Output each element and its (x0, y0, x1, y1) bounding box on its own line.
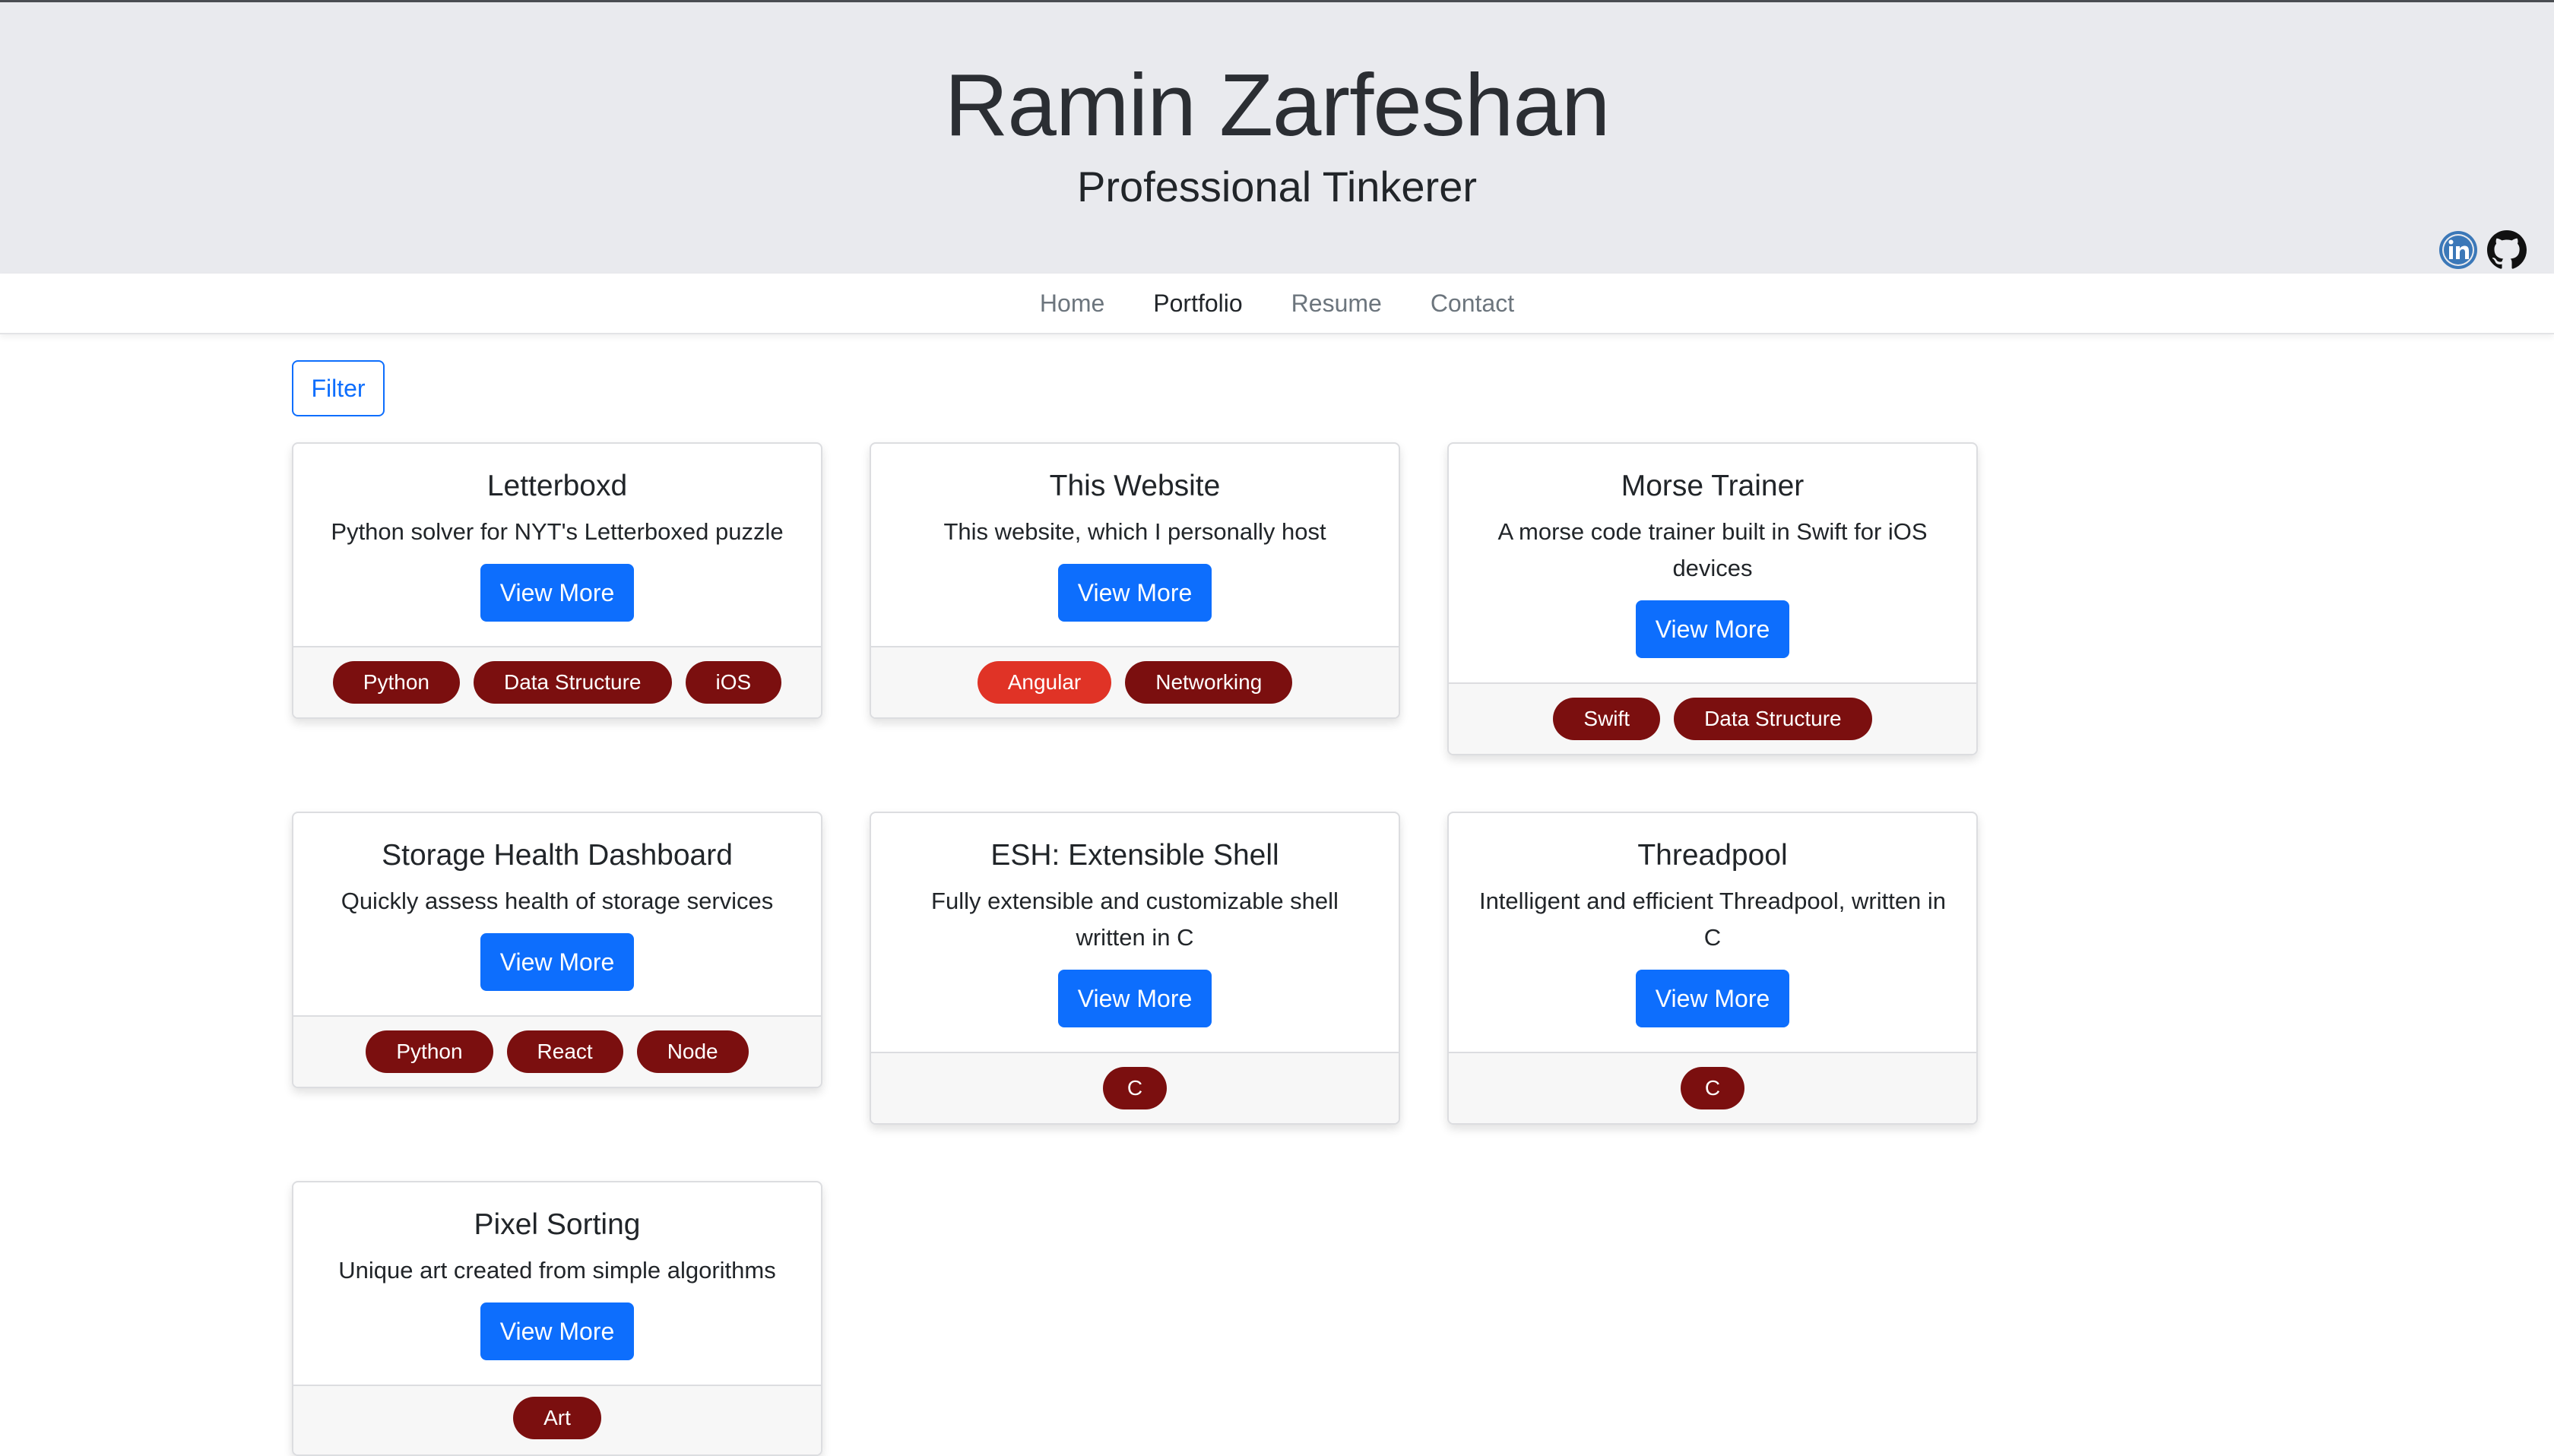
tag-ios[interactable]: iOS (685, 661, 782, 704)
tag-react[interactable]: React (506, 1030, 623, 1073)
card-description: Quickly assess health of storage service… (341, 888, 774, 914)
card-title: Morse Trainer (1621, 470, 1805, 502)
card-title: ESH: Extensible Shell (990, 839, 1279, 872)
card-tags: Python Data Structure iOS (293, 646, 821, 717)
linkedin-icon[interactable] (2438, 230, 2478, 270)
tag-python[interactable]: Python (366, 1030, 493, 1073)
site-header: Ramin Zarfeshan Professional Tinkerer (0, 2, 2554, 274)
project-card-pixel-sorting: Pixel Sorting Unique art created from si… (292, 1181, 822, 1456)
card-description: This website, which I personally host (943, 518, 1326, 545)
view-more-button[interactable]: View More (480, 933, 635, 991)
card-title: Threadpool (1637, 839, 1788, 872)
nav-item-home[interactable]: Home (1040, 290, 1104, 318)
site-tagline: Professional Tinkerer (1076, 163, 1477, 210)
tag-swift[interactable]: Swift (1553, 698, 1661, 740)
site-owner-name: Ramin Zarfeshan (944, 55, 1611, 154)
card-title: Pixel Sorting (474, 1208, 641, 1241)
filter-button[interactable]: Filter (292, 360, 385, 416)
card-description: Python solver for NYT's Letterboxed puzz… (331, 518, 784, 545)
card-tags: C (1449, 1052, 1976, 1123)
card-tags: Art (293, 1385, 821, 1454)
project-card-this-website: This Website This website, which I perso… (870, 442, 1400, 719)
card-body: Morse Trainer A morse code trainer built… (1449, 444, 1976, 682)
card-body: Storage Health Dashboard Quickly assess … (293, 813, 821, 1015)
tag-c[interactable]: C (1102, 1067, 1168, 1109)
card-body: This Website This website, which I perso… (871, 444, 1399, 646)
tag-angular[interactable]: Angular (977, 661, 1112, 704)
github-icon[interactable] (2487, 230, 2527, 270)
card-description: Unique art created from simple algorithm… (338, 1257, 776, 1283)
project-card-storage-health-dashboard: Storage Health Dashboard Quickly assess … (292, 812, 822, 1088)
tag-python[interactable]: Python (332, 661, 460, 704)
project-card-letterboxd: Letterboxd Python solver for NYT's Lette… (292, 442, 822, 719)
view-more-button[interactable]: View More (480, 564, 635, 622)
view-more-button[interactable]: View More (1635, 970, 1790, 1027)
project-card-esh-extensible-shell: ESH: Extensible Shell Fully extensible a… (870, 812, 1400, 1125)
view-more-button[interactable]: View More (1635, 600, 1790, 658)
tag-c[interactable]: C (1680, 1067, 1745, 1109)
card-description: Fully extensible and customizable shell … (931, 888, 1339, 951)
card-tags: Angular Networking (871, 646, 1399, 717)
nav-item-resume[interactable]: Resume (1291, 290, 1382, 318)
view-more-button[interactable]: View More (480, 1302, 635, 1360)
card-title: Storage Health Dashboard (382, 839, 733, 872)
tag-data-structure[interactable]: Data Structure (473, 661, 672, 704)
card-tags: Python React Node (293, 1015, 821, 1087)
project-card-morse-trainer: Morse Trainer A morse code trainer built… (1447, 442, 1978, 755)
card-body: Letterboxd Python solver for NYT's Lette… (293, 444, 821, 646)
view-more-button[interactable]: View More (1057, 970, 1212, 1027)
tag-node[interactable]: Node (636, 1030, 749, 1073)
project-card-threadpool: Threadpool Intelligent and efficient Thr… (1447, 812, 1978, 1125)
card-body: ESH: Extensible Shell Fully extensible a… (871, 813, 1399, 1052)
card-title: Letterboxd (486, 470, 628, 502)
main-navbar: Home Portfolio Resume Contact (0, 274, 2554, 334)
card-body: Pixel Sorting Unique art created from si… (293, 1182, 821, 1385)
card-title: This Website (1049, 470, 1221, 502)
nav-items: Home Portfolio Resume Contact (0, 274, 2554, 333)
tag-data-structure[interactable]: Data Structure (1674, 698, 1872, 740)
card-body: Threadpool Intelligent and efficient Thr… (1449, 813, 1976, 1052)
nav-item-portfolio[interactable]: Portfolio (1153, 290, 1242, 318)
view-more-button[interactable]: View More (1057, 564, 1212, 622)
tag-art[interactable]: Art (513, 1397, 601, 1439)
tag-networking[interactable]: Networking (1125, 661, 1293, 704)
card-tags: C (871, 1052, 1399, 1123)
card-description: Intelligent and efficient Threadpool, wr… (1478, 888, 1947, 951)
card-tags: Swift Data Structure (1449, 682, 1976, 754)
nav-item-contact[interactable]: Contact (1431, 290, 1514, 318)
card-description: A morse code trainer built in Swift for … (1497, 518, 1928, 581)
